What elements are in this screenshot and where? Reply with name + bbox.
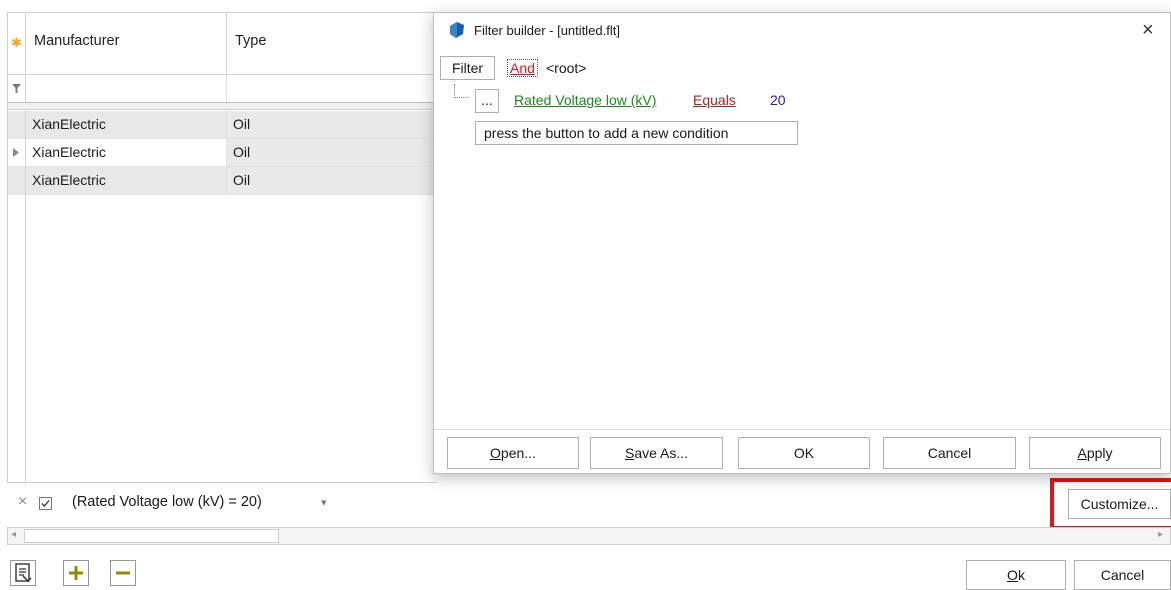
filter-root-button[interactable]: Filter	[440, 56, 495, 80]
filter-row-separator	[8, 103, 438, 110]
ok-mnemonic: O	[1007, 567, 1018, 583]
cancel-label: Cancel	[1100, 567, 1145, 583]
dialog-title: Filter builder - [untitled.flt]	[474, 23, 620, 38]
filter-row-indicator	[8, 75, 26, 103]
cell-manufacturer[interactable]: XianElectric	[26, 111, 227, 139]
filter-cell-type[interactable]	[227, 75, 438, 103]
column-header-label: Type	[235, 33, 267, 49]
cancel-button[interactable]: Cancel	[1074, 560, 1171, 590]
minus-icon	[116, 571, 130, 575]
remove-row-button[interactable]	[110, 560, 136, 586]
apply-button[interactable]: Apply	[1029, 437, 1161, 469]
export-button[interactable]	[10, 560, 36, 586]
save-as-button[interactable]: Save As...	[590, 437, 723, 469]
column-header-label: Manufacturer	[34, 33, 120, 49]
plus-icon	[69, 566, 83, 580]
new-row-star-icon: ✱	[11, 35, 22, 50]
condition-operator[interactable]: Equals	[693, 92, 736, 108]
empty-indicator-column	[8, 195, 26, 484]
checkmark-icon	[41, 500, 50, 507]
cell-type[interactable]: Oil	[227, 111, 438, 139]
current-row-arrow-icon	[13, 148, 19, 157]
column-header-type[interactable]: Type	[227, 13, 438, 75]
open-button[interactable]: Open...	[447, 437, 579, 469]
table-row[interactable]: XianElectric Oil	[8, 167, 438, 195]
ok-button[interactable]: Ok	[966, 560, 1066, 590]
header-indicator-cell: ✱	[8, 13, 26, 75]
condition-value[interactable]: 20	[770, 92, 786, 108]
condition-field[interactable]: Rated Voltage low (kV)	[514, 92, 656, 108]
filter-dropdown-icon[interactable]: ▾	[321, 496, 327, 509]
cell-type[interactable]: Oil	[227, 139, 438, 167]
root-label: <root>	[546, 60, 587, 76]
horizontal-scrollbar[interactable]: ◂ ▸	[7, 527, 1171, 545]
ok-label: k	[1017, 567, 1025, 583]
dialog-ok-button[interactable]: OK	[738, 437, 870, 469]
clear-filter-icon[interactable]: ×	[18, 493, 27, 511]
table-row[interactable]: XianElectric Oil	[8, 139, 438, 167]
table-row[interactable]: XianElectric Oil	[8, 111, 438, 139]
scroll-right-icon[interactable]: ▸	[1158, 529, 1163, 540]
group-operator-and[interactable]: And	[507, 59, 538, 77]
filter-status-bar: × (Rated Voltage low (kV) = 20) ▾ Custom…	[7, 478, 1171, 530]
row-indicator	[8, 139, 26, 167]
close-icon[interactable]: ×	[1142, 19, 1154, 42]
add-row-button[interactable]	[63, 560, 89, 586]
funnel-icon	[12, 84, 21, 93]
tree-connector	[454, 84, 468, 98]
row-indicator	[8, 167, 26, 195]
condition-menu-button[interactable]: ...	[475, 89, 499, 113]
dialog-footer-divider	[434, 429, 1170, 430]
cell-type[interactable]: Oil	[227, 167, 438, 195]
dialog-cancel-button[interactable]: Cancel	[883, 437, 1016, 469]
scroll-left-icon[interactable]: ◂	[11, 529, 16, 540]
app-logo-icon	[450, 22, 464, 38]
add-condition-hint[interactable]: press the button to add a new condition	[475, 121, 798, 145]
scroll-thumb[interactable]	[24, 529, 279, 543]
filter-text[interactable]: (Rated Voltage low (kV) = 20)	[72, 494, 262, 510]
customize-highlight-box	[1050, 478, 1171, 530]
cell-manufacturer[interactable]: XianElectric	[26, 167, 227, 195]
row-indicator	[8, 111, 26, 139]
export-document-icon	[15, 563, 32, 583]
filter-cell-manufacturer[interactable]	[26, 75, 227, 103]
cell-manufacturer[interactable]: XianElectric	[26, 139, 227, 167]
dialog-titlebar[interactable]: Filter builder - [untitled.flt] ×	[434, 13, 1170, 49]
filter-enabled-checkbox[interactable]	[39, 497, 52, 510]
filter-builder-dialog: Filter builder - [untitled.flt] × Filter…	[433, 12, 1171, 474]
column-header-manufacturer[interactable]: Manufacturer	[26, 13, 227, 75]
data-grid: ✱ Manufacturer Type XianElectric Oil Xia…	[7, 12, 438, 484]
